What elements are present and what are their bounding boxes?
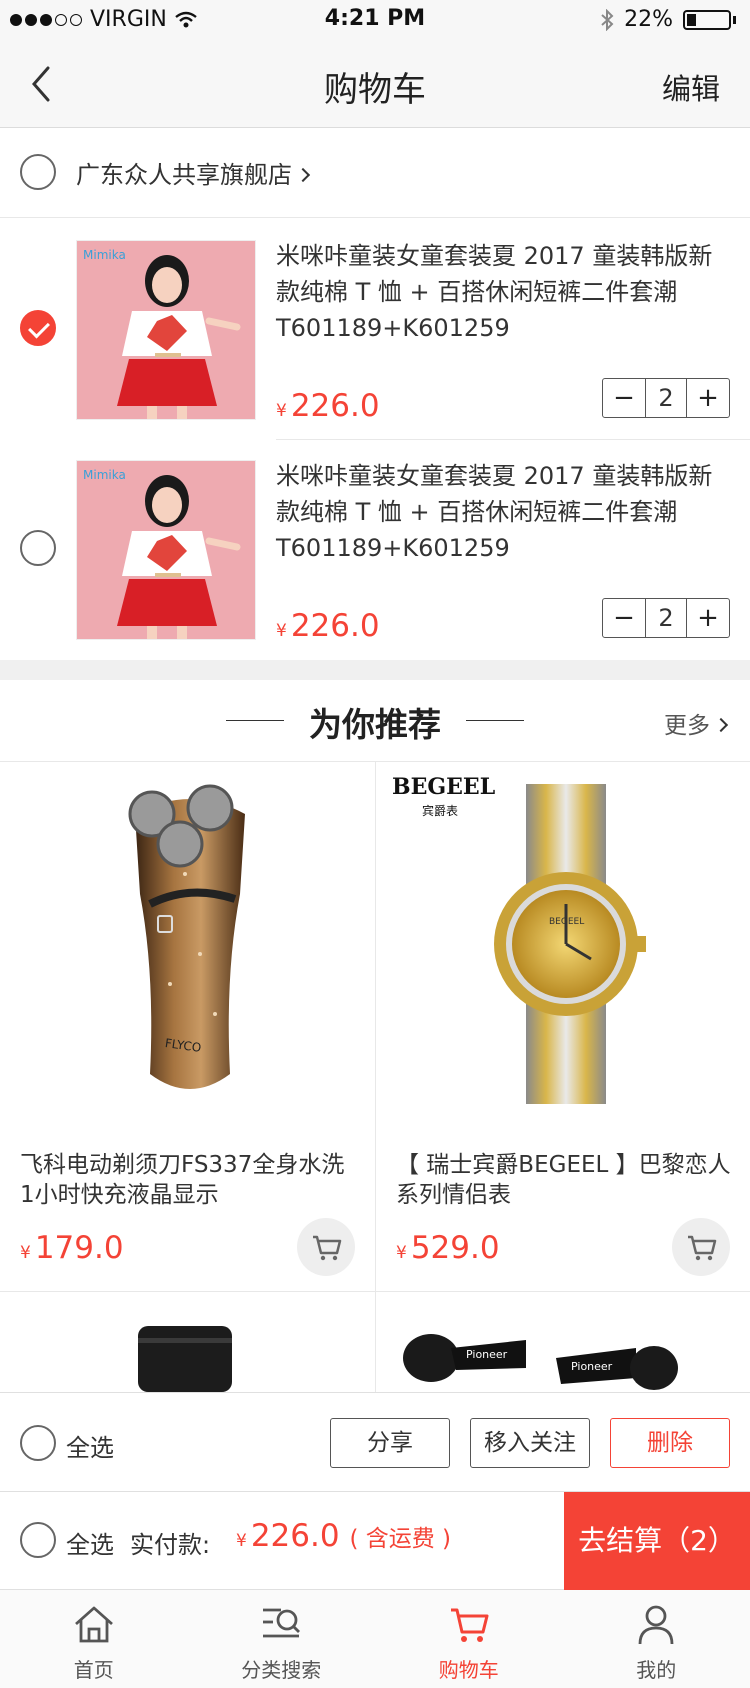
total-amount: ¥226.0 ( 含运费 ) <box>236 1518 451 1554</box>
item-price: ¥226.0 <box>276 388 380 424</box>
add-to-cart-button[interactable] <box>672 1218 730 1276</box>
chevron-right-icon <box>713 717 729 733</box>
recommend-grid: FLYCO 飞科电动剃须刀FS337全身水洗1小时快充液晶显示 ¥179.0 B… <box>0 762 750 1392</box>
more-link[interactable]: 更多 <box>664 706 729 740</box>
cart-icon <box>313 1235 342 1261</box>
nav-bar: 购物车 编辑 <box>0 40 750 128</box>
tab-cart[interactable]: 购物车 <box>375 1590 563 1688</box>
increase-button[interactable]: + <box>687 379 729 417</box>
share-button[interactable]: 分享 <box>330 1418 450 1468</box>
checkout-button[interactable]: 去结算（2） <box>564 1492 750 1590</box>
price-value: 226.0 <box>290 608 380 644</box>
price-value: 226.0 <box>290 388 380 424</box>
currency-symbol: ¥ <box>236 1531 247 1551</box>
recommend-header: 为你推荐 更多 <box>0 680 750 762</box>
svg-text:BEGEEL: BEGEEL <box>549 917 584 927</box>
item-title[interactable]: 米咪咔童装女童套装夏 2017 童装韩版新款纯棉 T 恤 + 百搭休闲短裤二件套… <box>276 238 731 346</box>
more-label: 更多 <box>664 713 710 739</box>
tab-home[interactable]: 首页 <box>0 1590 188 1688</box>
thermos-image <box>138 1326 232 1392</box>
cart-icon <box>688 1235 717 1261</box>
total-value: 226.0 <box>250 1518 340 1554</box>
total-label: 实付款: <box>130 1531 211 1559</box>
quantity-stepper: − 2 + <box>602 598 730 638</box>
tab-label: 分类搜索 <box>241 1658 322 1682</box>
shop-select-radio[interactable] <box>20 154 56 190</box>
battery-icon <box>683 9 731 30</box>
product-card[interactable]: FLYCO 飞科电动剃须刀FS337全身水洗1小时快充液晶显示 ¥179.0 <box>0 762 375 1292</box>
increase-button[interactable]: + <box>687 599 729 637</box>
girl-outfit-image: Mimika <box>77 461 255 639</box>
item-select-radio[interactable] <box>20 530 56 566</box>
delete-button[interactable]: 删除 <box>610 1418 730 1468</box>
shaver-image: FLYCO <box>128 784 245 1089</box>
status-bar: VIRGIN 4:21 PM 22% <box>0 0 750 40</box>
product-thumbnail[interactable]: Mimika <box>76 240 256 420</box>
product-card[interactable]: Pioneer Pioneer <box>375 1292 750 1392</box>
decrease-button[interactable]: − <box>603 599 645 637</box>
price-value: 529.0 <box>410 1230 500 1266</box>
battery-percent: 22% <box>624 7 673 32</box>
tab-label: 购物车 <box>438 1658 499 1682</box>
product-price: ¥529.0 <box>396 1230 500 1266</box>
cart-item: Mimika 米咪咔童装女童套装夏 2017 童装韩版新款纯棉 T 恤 + 百搭… <box>0 440 750 660</box>
checkout-bar: 全选 实付款: ¥226.0 ( 含运费 ) 去结算（2） <box>0 1492 750 1590</box>
bluetooth-icon <box>601 8 614 31</box>
price-value: 179.0 <box>34 1230 124 1266</box>
quantity-value[interactable]: 2 <box>645 379 687 417</box>
svg-text:Pioneer: Pioneer <box>466 1348 508 1361</box>
currency-symbol: ¥ <box>276 401 287 421</box>
quantity-stepper: − 2 + <box>602 378 730 418</box>
product-name: 【 瑞士宾爵BEGEEL 】巴黎恋人系列情侣表 <box>396 1152 731 1208</box>
item-select-radio[interactable] <box>20 310 56 346</box>
product-thumbnail[interactable]: Mimika <box>76 460 256 640</box>
move-to-favorites-button[interactable]: 移入关注 <box>470 1418 590 1468</box>
product-card[interactable]: BEGEEL 宾爵表 BEGEEL 【 瑞士宾爵BEGEEL 】巴黎恋人系列情侣… <box>375 762 750 1292</box>
cart-action-bar: 全选 分享 移入关注 删除 <box>0 1392 750 1492</box>
shop-name: 广东众人共享旗舰店 <box>76 161 292 189</box>
user-icon <box>638 1605 674 1645</box>
tab-label: 我的 <box>636 1658 677 1682</box>
tab-bar: 首页 分类搜索 购物车 我的 <box>0 1590 750 1688</box>
section-divider <box>0 660 750 680</box>
decrease-button[interactable]: − <box>603 379 645 417</box>
earphones-image: Pioneer Pioneer <box>403 1334 678 1390</box>
battery-tip <box>733 15 736 24</box>
page-title: 购物车 <box>324 70 426 110</box>
chevron-right-icon <box>295 167 311 183</box>
tab-category-search[interactable]: 分类搜索 <box>188 1590 376 1688</box>
product-name: 飞科电动剃须刀FS337全身水洗1小时快充液晶显示 <box>20 1152 345 1208</box>
currency-symbol: ¥ <box>20 1243 31 1263</box>
add-to-cart-button[interactable] <box>297 1218 355 1276</box>
product-card[interactable] <box>0 1292 375 1392</box>
item-price: ¥226.0 <box>276 608 380 644</box>
decorative-line <box>466 720 524 721</box>
svg-text:Mimika: Mimika <box>83 248 126 262</box>
cart-icon <box>450 1608 489 1642</box>
home-icon <box>74 1606 113 1643</box>
item-title[interactable]: 米咪咔童装女童套装夏 2017 童装韩版新款纯棉 T 恤 + 百搭休闲短裤二件套… <box>276 458 731 566</box>
edit-button[interactable]: 编辑 <box>662 66 720 108</box>
select-all-label[interactable]: 全选 <box>66 1428 114 1463</box>
shipping-note: ( 含运费 ) <box>349 1526 452 1552</box>
select-all-label[interactable]: 全选 <box>66 1525 114 1560</box>
svg-text:Pioneer: Pioneer <box>571 1360 613 1373</box>
svg-text:Mimika: Mimika <box>83 468 126 482</box>
product-price: ¥179.0 <box>20 1230 124 1266</box>
girl-outfit-image: Mimika <box>77 241 255 419</box>
select-all-radio[interactable] <box>20 1522 56 1558</box>
shop-row: 广东众人共享旗舰店 <box>0 128 750 218</box>
cart-item: Mimika 米咪咔童装女童套装夏 2017 童装韩版新款纯棉 T 恤 + 百搭… <box>0 220 750 440</box>
shop-name-link[interactable]: 广东众人共享旗舰店 <box>76 155 311 190</box>
status-right: 22% <box>600 7 736 32</box>
recommend-title: 为你推荐 <box>309 705 441 744</box>
quantity-value[interactable]: 2 <box>645 599 687 637</box>
tab-label: 首页 <box>73 1658 114 1682</box>
currency-symbol: ¥ <box>276 621 287 641</box>
category-search-icon <box>263 1608 301 1638</box>
watch-image: BEGEEL <box>494 784 646 1104</box>
tab-profile[interactable]: 我的 <box>563 1590 750 1688</box>
select-all-radio[interactable] <box>20 1425 56 1461</box>
currency-symbol: ¥ <box>396 1243 407 1263</box>
